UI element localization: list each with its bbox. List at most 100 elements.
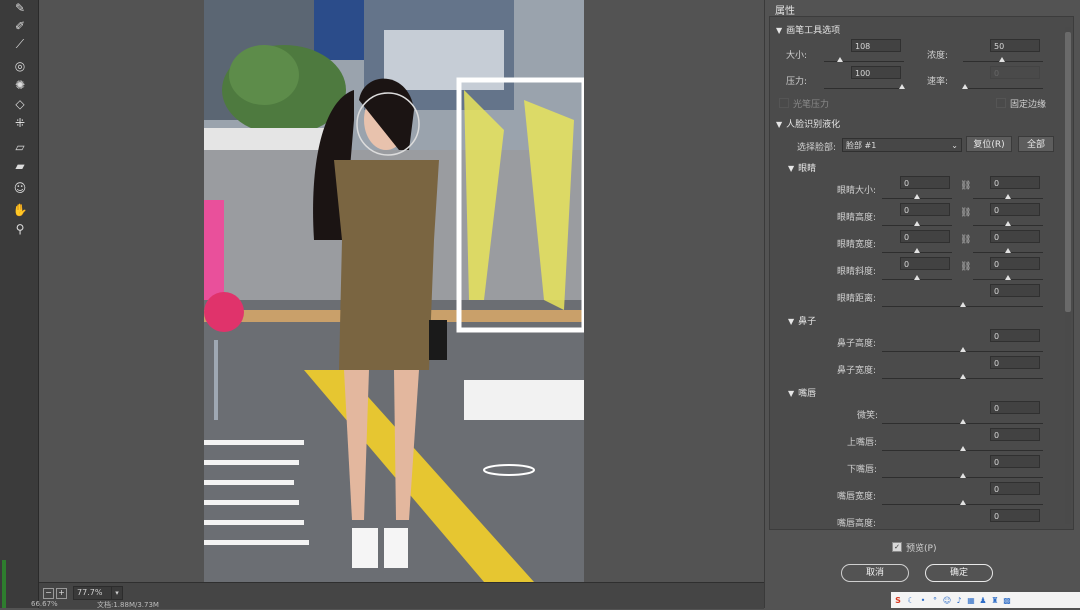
select-face-dropdown[interactable]: 脸部 #1 ⌄ [842, 138, 962, 152]
face-tool-icon[interactable]: ☺ [11, 180, 29, 196]
microphone-icon[interactable]: ♪ [954, 596, 964, 606]
nose-height-handle[interactable] [960, 347, 966, 352]
eye-width-right-handle[interactable] [1005, 248, 1011, 253]
eye-tilt-right-handle[interactable] [1005, 275, 1011, 280]
bloat-icon[interactable]: ◇ [11, 96, 29, 112]
panel-title: 属性 [775, 6, 795, 17]
brush-density-input[interactable]: 50 [990, 39, 1040, 52]
mouth-header[interactable]: ▼ 嘴唇 [788, 386, 816, 399]
smooth-icon[interactable]: ⟋ [11, 36, 29, 52]
brush-pressure-slider[interactable] [824, 88, 904, 89]
eye-height-left-handle[interactable] [914, 221, 920, 226]
eye-width-right-input[interactable]: 0 [990, 230, 1040, 243]
upper-lip-label: 上嘴唇: [847, 438, 878, 448]
eye-distance-handle[interactable] [960, 302, 966, 307]
link-icon[interactable]: ⛓ [960, 262, 971, 272]
face-aware-header[interactable]: ▼ 人脸识别液化 [776, 117, 840, 130]
nose-width-handle[interactable] [960, 374, 966, 379]
push-left-icon[interactable]: ⁜ [11, 115, 29, 131]
lower-lip-input[interactable]: 0 [990, 455, 1040, 468]
preview-checkbox[interactable]: ✓ [892, 542, 902, 552]
collapse-triangle-icon: ▼ [776, 26, 783, 35]
forward-warp-icon[interactable]: ✎ [11, 0, 29, 16]
brush-pressure-input[interactable]: 100 [851, 66, 901, 79]
cancel-button[interactable]: 取消 [841, 564, 909, 582]
photo-canvas[interactable] [204, 0, 584, 582]
brush-pressure-handle[interactable] [899, 84, 905, 89]
shirt-icon[interactable]: ♜ [990, 596, 1000, 606]
nose-width-input[interactable]: 0 [990, 356, 1040, 369]
upper-lip-input[interactable]: 0 [990, 428, 1040, 441]
punctuation-icon[interactable]: ° [930, 596, 940, 606]
mouth-height-input[interactable]: 0 [990, 509, 1040, 522]
eye-size-label: 眼睛大小: [837, 186, 877, 196]
eye-size-right-handle[interactable] [1005, 194, 1011, 199]
ok-button[interactable]: 确定 [925, 564, 993, 582]
brush-size-input[interactable]: 108 [851, 39, 901, 52]
properties-scroll-area: ▼ 画笔工具选项 大小: 108 浓度: 50 压力: 100 速率: 0 光笔压… [769, 16, 1074, 530]
brush-pressure-label: 压力: [786, 77, 808, 87]
upper-lip-handle[interactable] [960, 446, 966, 451]
brush-rate-label: 速率: [927, 77, 949, 87]
lower-lip-handle[interactable] [960, 473, 966, 478]
brush-rate-slider[interactable] [963, 88, 1043, 89]
eye-height-right-input[interactable]: 0 [990, 203, 1040, 216]
brush-size-handle[interactable] [837, 57, 843, 62]
eye-height-right-handle[interactable] [1005, 221, 1011, 226]
brush-size-slider[interactable] [824, 61, 904, 62]
all-button[interactable]: 全部 [1018, 136, 1054, 152]
panel-scrollbar[interactable] [1065, 27, 1071, 524]
thaw-mask-icon[interactable]: ▰ [11, 158, 29, 174]
moon-icon[interactable]: ☾ [906, 596, 916, 606]
brush-options-title: 画笔工具选项 [786, 26, 841, 36]
scrollbar-thumb[interactable] [1065, 32, 1071, 312]
link-icon[interactable]: ⛓ [960, 208, 971, 218]
eye-height-left-input[interactable]: 0 [900, 203, 950, 216]
brush-options-header[interactable]: ▼ 画笔工具选项 [776, 23, 840, 36]
reset-button[interactable]: 复位(R) [966, 136, 1012, 152]
eye-distance-label: 眼睛距离: [837, 294, 877, 304]
hand-icon[interactable]: ✋ [11, 202, 29, 218]
tool-panel: ✎ ✐ ⟋ ◎ ✺ ◇ ⁜ ▱ ▰ ☺ ✋ ⚲ [0, 0, 39, 608]
eye-size-left-handle[interactable] [914, 194, 920, 199]
eye-size-left-input[interactable]: 0 [900, 176, 950, 189]
smile-input[interactable]: 0 [990, 401, 1040, 414]
face-aware-title: 人脸识别液化 [786, 120, 841, 130]
eye-tilt-left-handle[interactable] [914, 275, 920, 280]
sogou-icon[interactable]: S [893, 596, 903, 606]
zoom-icon[interactable]: ⚲ [11, 221, 29, 237]
pin-edges-checkbox[interactable] [996, 98, 1006, 108]
mouth-width-handle[interactable] [960, 500, 966, 505]
nose-header[interactable]: ▼ 鼻子 [788, 314, 816, 327]
zoom-out-button[interactable]: − [43, 588, 54, 599]
eye-tilt-right-input[interactable]: 0 [990, 257, 1040, 270]
eye-distance-input[interactable]: 0 [990, 284, 1040, 297]
brush-rate-input[interactable]: 0 [990, 66, 1040, 79]
dot-icon[interactable]: • [918, 596, 928, 606]
smiley-icon[interactable]: ☺ [942, 596, 952, 606]
nose-height-input[interactable]: 0 [990, 329, 1040, 342]
reconstruct-icon[interactable]: ✐ [11, 18, 29, 34]
eye-size-right-input[interactable]: 0 [990, 176, 1040, 189]
mouth-width-input[interactable]: 0 [990, 482, 1040, 495]
keyboard-icon[interactable]: ▦ [966, 596, 976, 606]
eye-tilt-left-input[interactable]: 0 [900, 257, 950, 270]
brush-density-handle[interactable] [999, 57, 1005, 62]
eyes-header[interactable]: ▼ 眼睛 [788, 161, 816, 174]
person-icon[interactable]: ♟ [978, 596, 988, 606]
brush-rate-handle[interactable] [962, 84, 968, 89]
zoom-in-button[interactable]: + [56, 588, 67, 599]
stylus-pressure-checkbox[interactable] [779, 98, 789, 108]
link-icon[interactable]: ⛓ [960, 235, 971, 245]
zoom-dropdown-icon[interactable]: ▾ [111, 586, 123, 600]
eye-width-left-handle[interactable] [914, 248, 920, 253]
eye-width-left-input[interactable]: 0 [900, 230, 950, 243]
grid-icon[interactable]: ▩ [1002, 596, 1012, 606]
twirl-icon[interactable]: ◎ [11, 58, 29, 74]
freeze-mask-icon[interactable]: ▱ [11, 139, 29, 155]
pucker-icon[interactable]: ✺ [11, 77, 29, 93]
link-icon[interactable]: ⛓ [960, 181, 971, 191]
smile-handle[interactable] [960, 419, 966, 424]
brush-size-label: 大小: [786, 51, 808, 61]
zoom-percent-text: 66.67% [31, 600, 58, 608]
